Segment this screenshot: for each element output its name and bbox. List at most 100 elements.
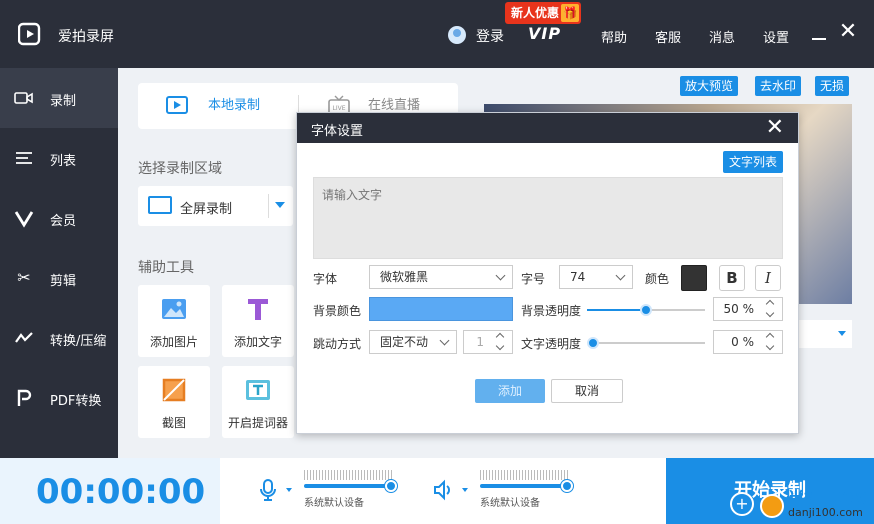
minimize-button[interactable]: [812, 30, 826, 40]
mic-device-label: 系统默认设备: [304, 498, 364, 509]
pdf-icon: [17, 389, 32, 406]
tab-local-record[interactable]: 本地录制: [166, 83, 260, 129]
sidebar-item-label: PDF转换: [50, 394, 102, 409]
record-region-select[interactable]: 全屏录制: [138, 186, 293, 226]
sidebar-item-convert[interactable]: 转换/压缩: [0, 308, 118, 368]
add-button[interactable]: 添加: [475, 379, 545, 403]
tool-label: 添加图片: [149, 335, 198, 349]
sidebar-item-vip[interactable]: 会员: [0, 188, 118, 248]
text-list-button[interactable]: 文字列表: [723, 151, 784, 173]
new-user-promo-badge[interactable]: 新人优惠 🎁: [505, 2, 582, 24]
chevron-down-icon[interactable]: [495, 341, 505, 351]
chevron-down-icon: [615, 270, 626, 281]
gift-icon: 🎁: [561, 4, 580, 22]
avatar[interactable]: [448, 26, 466, 44]
settings-menu[interactable]: 设置: [763, 27, 789, 46]
convert-icon: [15, 332, 33, 343]
move-mode-value: 固定不动: [380, 335, 429, 349]
chevron-down-icon[interactable]: [765, 341, 775, 351]
speaker-icon[interactable]: [432, 478, 456, 502]
cancel-button[interactable]: 取消: [551, 379, 623, 403]
record-timer: 00:00:00: [36, 472, 206, 512]
font-select[interactable]: 微软雅黑: [369, 265, 513, 289]
move-mode-label: 跳动方式: [313, 337, 362, 351]
chevron-up-icon[interactable]: [765, 332, 775, 342]
speaker-dropdown-arrow[interactable]: [462, 488, 468, 492]
sidebar-item-pdf[interactable]: PDF转换: [0, 368, 118, 428]
speaker-volume-thumb[interactable]: [561, 480, 573, 492]
text-opacity-label: 文字透明度: [521, 337, 582, 351]
scissors-icon: ✂: [17, 268, 31, 287]
remove-watermark-button[interactable]: 去水印: [755, 76, 802, 96]
screenshot-tool[interactable]: 截图: [138, 366, 210, 438]
text-opacity-value: 0 %: [731, 335, 754, 349]
speaker-volume-slider[interactable]: [480, 484, 568, 488]
mic-volume-thumb[interactable]: [385, 480, 397, 492]
preview-dropdown[interactable]: [798, 320, 852, 348]
dropdown-divider: [268, 194, 269, 218]
support-menu[interactable]: 客服: [655, 27, 681, 46]
bg-opacity-spinbox[interactable]: 50 %: [713, 297, 783, 321]
chevron-down-icon[interactable]: [765, 308, 775, 318]
color-label: 颜色: [645, 272, 670, 286]
messages-menu[interactable]: 消息: [709, 27, 735, 46]
mic-volume-slider[interactable]: [304, 484, 392, 488]
text-input[interactable]: [313, 177, 783, 259]
tab-online-label: 在线直播: [368, 98, 421, 113]
dialog-close-icon[interactable]: ✕: [766, 116, 784, 140]
bg-opacity-fill: [587, 309, 646, 311]
watermark-circle-icon: [760, 494, 784, 518]
teleprompter-tool[interactable]: 开启提词器: [222, 366, 294, 438]
move-mode-select[interactable]: 固定不动: [369, 330, 457, 354]
add-text-tool[interactable]: 添加文字: [222, 285, 294, 357]
italic-button[interactable]: I: [755, 265, 781, 291]
region-value: 全屏录制: [180, 202, 233, 217]
chevron-down-icon: [495, 270, 506, 281]
dialog-header: 字体设置 ✕: [297, 113, 798, 143]
text-t-icon: [248, 299, 268, 320]
login-link[interactable]: 登录: [476, 26, 504, 46]
watermark-plus-icon: +: [730, 492, 754, 516]
lossless-button[interactable]: 无损: [815, 76, 850, 96]
close-window-button[interactable]: ✕: [838, 21, 858, 43]
chevron-up-icon[interactable]: [495, 332, 505, 342]
text-opacity-thumb[interactable]: [587, 337, 599, 349]
image-icon: [162, 299, 186, 319]
app-logo-icon: [18, 22, 41, 46]
sidebar-item-label: 录制: [50, 94, 77, 109]
text-opacity-track[interactable]: [593, 342, 705, 344]
sidebar-item-label: 列表: [50, 154, 77, 169]
text-color-swatch[interactable]: [681, 265, 707, 291]
monitor-icon: [148, 196, 172, 214]
bg-color-picker[interactable]: [369, 297, 513, 321]
speaker-device-label: 系统默认设备: [480, 498, 540, 509]
sidebar-item-record[interactable]: 录制: [0, 68, 118, 128]
site-watermark: + 当机100网 danji100.com: [730, 484, 874, 524]
move-count-spinbox[interactable]: 1: [463, 330, 513, 354]
enlarge-preview-button[interactable]: 放大预览: [680, 76, 739, 96]
vip-v-icon: [14, 211, 34, 228]
text-opacity-spinbox[interactable]: 0 %: [713, 330, 783, 354]
sidebar-item-list[interactable]: 列表: [0, 128, 118, 188]
app-name: 爱拍录屏: [58, 29, 114, 45]
size-select[interactable]: 74: [559, 265, 633, 289]
tool-label: 添加文字: [233, 335, 282, 349]
chevron-up-icon[interactable]: [765, 299, 775, 309]
sidebar: 录制 列表 会员 ✂ 剪辑 转换/压缩 PDF转换: [0, 68, 118, 458]
watermark-brand: 当机100网: [788, 488, 870, 507]
title-bar: 爱拍录屏 新人优惠 🎁 登录 VIP 帮助 客服 消息 设置 ✕: [0, 0, 874, 68]
bg-color-label: 背景颜色: [313, 304, 362, 318]
list-icon: [16, 152, 32, 164]
add-image-tool[interactable]: 添加图片: [138, 285, 210, 357]
mic-dropdown-arrow[interactable]: [286, 488, 292, 492]
watermark-url: danji100.com: [788, 506, 863, 519]
help-menu[interactable]: 帮助: [601, 27, 627, 46]
vip-link[interactable]: VIP: [528, 24, 561, 43]
bold-button[interactable]: B: [719, 265, 745, 291]
bg-opacity-thumb[interactable]: [640, 304, 652, 316]
chevron-down-icon: [838, 331, 846, 336]
microphone-icon[interactable]: [256, 478, 280, 502]
chevron-down-icon: [439, 335, 450, 346]
tools-section-title: 辅助工具: [138, 260, 194, 276]
sidebar-item-edit[interactable]: ✂ 剪辑: [0, 248, 118, 308]
